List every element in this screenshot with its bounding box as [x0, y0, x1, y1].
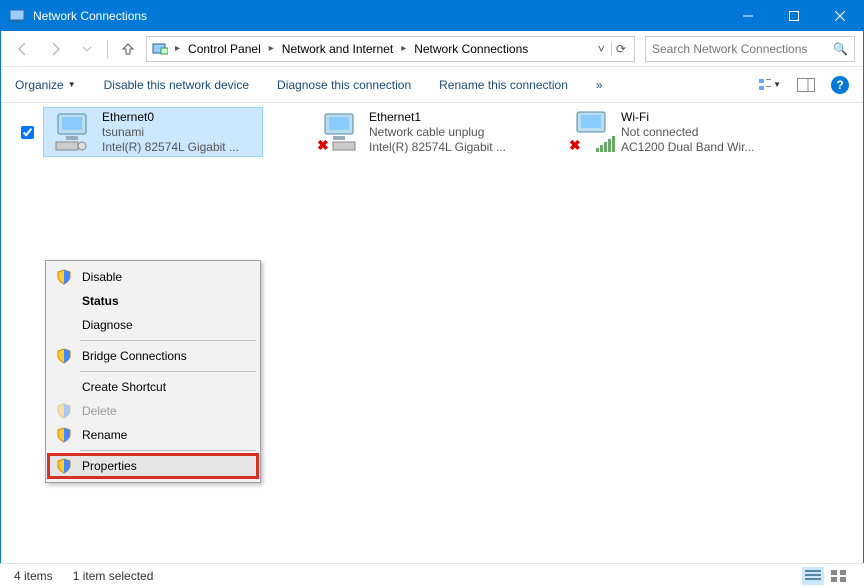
minimize-button[interactable]	[725, 1, 771, 31]
ctx-status[interactable]: Status	[48, 289, 258, 313]
chevron-down-icon: ▼	[68, 80, 76, 89]
network-adapter-icon	[50, 110, 98, 154]
wifi-signal-icon	[596, 136, 615, 152]
network-adapter-icon: ✖	[317, 110, 365, 154]
shield-icon	[56, 348, 72, 364]
connection-adapter: Intel(R) 82574L Gigabit ...	[102, 140, 256, 155]
error-badge-icon: ✖	[569, 137, 581, 154]
menu-separator	[80, 340, 256, 341]
preview-pane-icon[interactable]	[795, 76, 817, 94]
view-options-icon[interactable]: ▼	[759, 76, 781, 94]
forward-button[interactable]	[41, 35, 69, 63]
shield-icon	[56, 427, 72, 443]
ctx-diagnose[interactable]: Diagnose	[48, 313, 258, 337]
status-bar: 4 items 1 item selected	[0, 563, 864, 587]
selection-checkbox[interactable]	[21, 126, 34, 139]
close-button[interactable]	[817, 1, 863, 31]
connection-name: Ethernet0	[102, 110, 256, 125]
error-badge-icon: ✖	[317, 137, 329, 154]
connection-adapter: Intel(R) 82574L Gigabit ...	[369, 140, 525, 155]
menu-separator	[80, 371, 256, 372]
titlebar: Network Connections	[1, 1, 863, 31]
navbar: ▸ Control Panel ▸ Network and Internet ▸…	[1, 31, 863, 67]
help-icon[interactable]: ?	[831, 76, 849, 94]
recent-dropdown[interactable]	[73, 35, 101, 63]
connection-name: Ethernet1	[369, 110, 525, 125]
search-input[interactable]	[652, 42, 833, 56]
ctx-disable[interactable]: Disable	[48, 265, 258, 289]
connection-status: Network cable unplug	[369, 125, 525, 140]
connection-status: Not connected	[621, 125, 777, 140]
chevron-right-icon[interactable]: ▸	[173, 43, 182, 54]
breadcrumb-item[interactable]: Network and Internet	[280, 42, 395, 56]
ctx-rename[interactable]: Rename	[48, 423, 258, 447]
chevron-right-icon[interactable]: ▸	[399, 43, 408, 54]
disable-device-button[interactable]: Disable this network device	[104, 78, 249, 92]
app-icon	[9, 8, 25, 24]
connection-adapter: AC1200 Dual Band Wir...	[621, 140, 777, 155]
address-bar[interactable]: ▸ Control Panel ▸ Network and Internet ▸…	[146, 36, 635, 62]
selected-count: 1 item selected	[73, 569, 154, 583]
search-icon[interactable]: 🔍	[833, 42, 848, 56]
connection-status: tsunami	[102, 125, 256, 140]
connection-ethernet1[interactable]: ✖ Ethernet1 Network cable unplug Intel(R…	[311, 107, 531, 157]
shield-icon	[56, 269, 72, 285]
toolbar: Organize ▼ Disable this network device D…	[1, 67, 863, 103]
breadcrumb-item[interactable]: Network Connections	[412, 42, 530, 56]
ctx-delete: Delete	[48, 399, 258, 423]
breadcrumb-item[interactable]: Control Panel	[186, 42, 263, 56]
menu-separator	[80, 450, 256, 451]
content-area: Ethernet0 tsunami Intel(R) 82574L Gigabi…	[1, 103, 863, 553]
ctx-bridge[interactable]: Bridge Connections	[48, 344, 258, 368]
organize-menu[interactable]: Organize ▼	[15, 78, 76, 92]
more-commands[interactable]: »	[596, 78, 603, 92]
details-view-button[interactable]	[802, 567, 824, 585]
item-count: 4 items	[14, 569, 53, 583]
connection-name: Wi-Fi	[621, 110, 777, 125]
large-icons-view-button[interactable]	[828, 567, 850, 585]
location-icon	[151, 40, 169, 58]
maximize-button[interactable]	[771, 1, 817, 31]
chevron-right-icon[interactable]: ▸	[267, 43, 276, 54]
shield-icon	[56, 403, 72, 419]
address-dropdown[interactable]: ˅ ⟳	[594, 42, 630, 56]
back-button[interactable]	[9, 35, 37, 63]
refresh-icon[interactable]: ⟳	[611, 42, 630, 56]
window-buttons	[725, 1, 863, 31]
diagnose-button[interactable]: Diagnose this connection	[277, 78, 411, 92]
chevron-down-icon: ▼	[773, 80, 781, 89]
up-button[interactable]	[114, 35, 142, 63]
network-adapter-icon: ✖	[569, 110, 617, 154]
nav-separator	[107, 40, 108, 58]
ctx-properties[interactable]: Properties	[48, 454, 258, 478]
context-menu: Disable Status Diagnose Bridge Connectio…	[45, 260, 261, 483]
shield-icon	[56, 458, 72, 474]
connection-wifi[interactable]: ✖ Wi-Fi Not connected AC1200 Dual Band W…	[563, 107, 783, 157]
chevron-down-icon[interactable]: ˅	[594, 42, 609, 56]
window-title: Network Connections	[33, 9, 725, 23]
ctx-create-shortcut[interactable]: Create Shortcut	[48, 375, 258, 399]
rename-button[interactable]: Rename this connection	[439, 78, 568, 92]
search-box[interactable]: 🔍	[645, 36, 855, 62]
connection-ethernet0[interactable]: Ethernet0 tsunami Intel(R) 82574L Gigabi…	[43, 107, 263, 157]
